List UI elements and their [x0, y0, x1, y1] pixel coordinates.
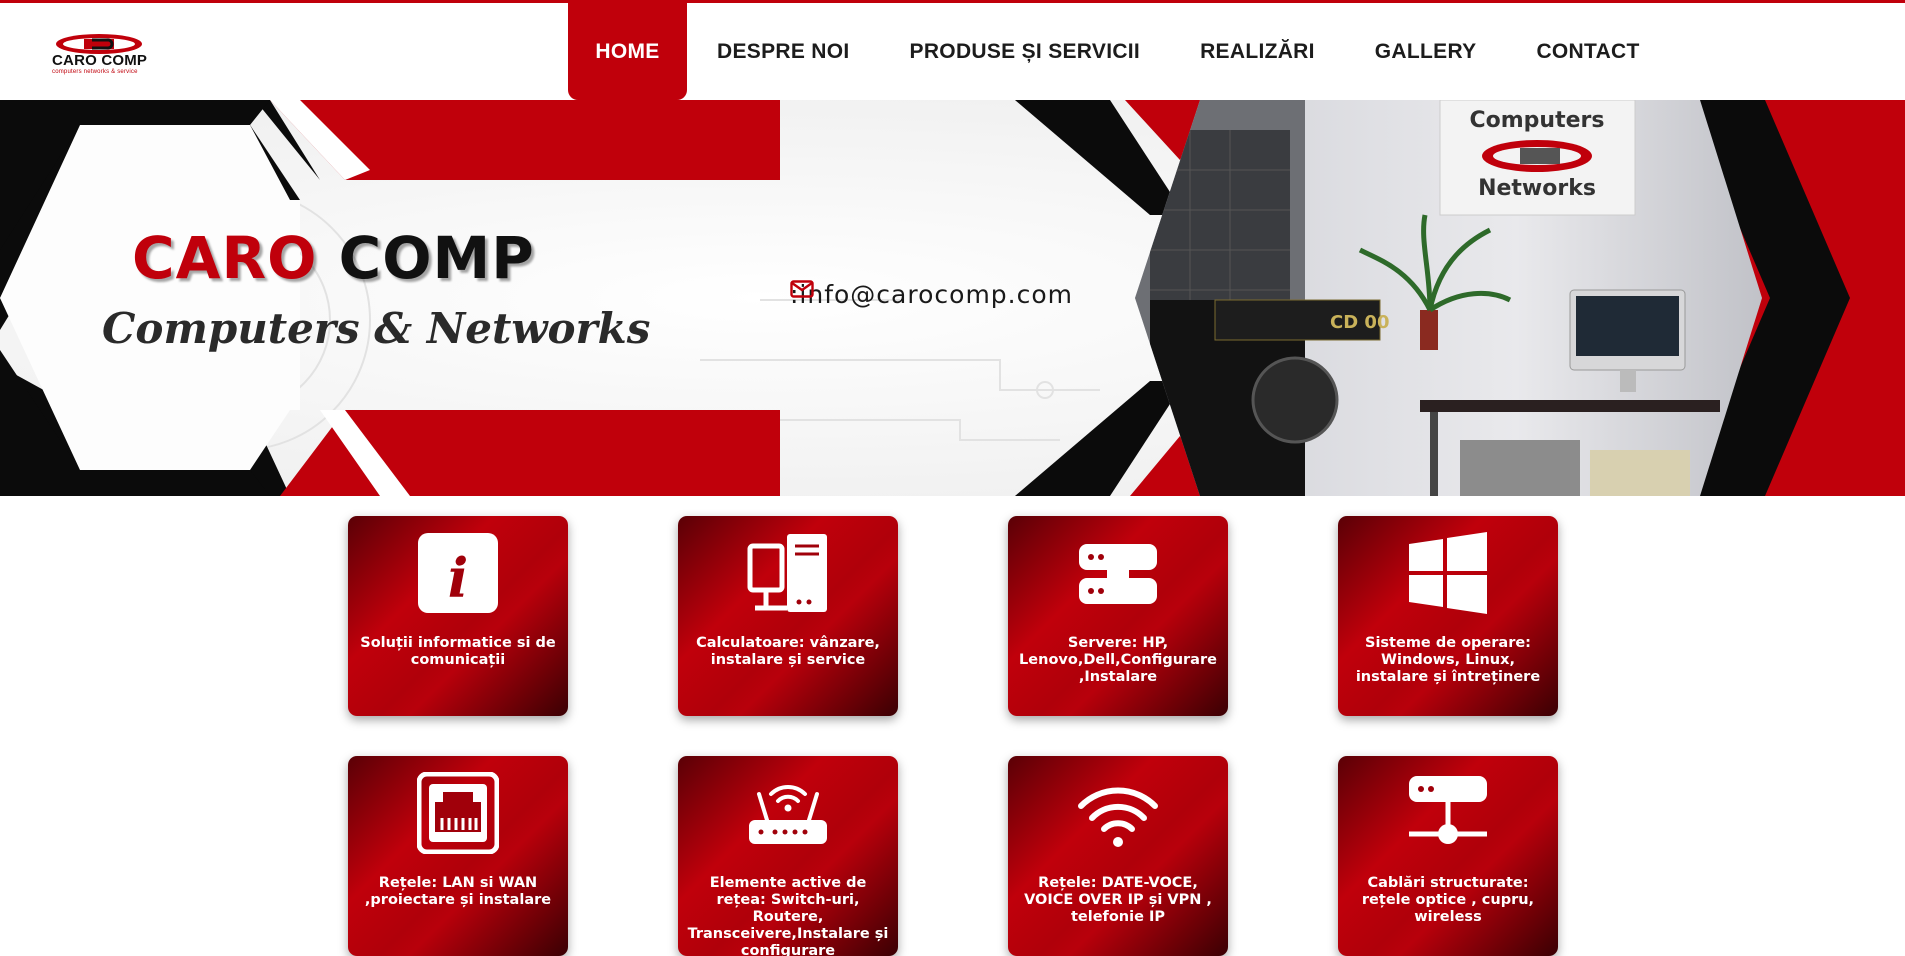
nav-home[interactable]: HOME — [568, 3, 687, 100]
svg-text:CD 00: CD 00 — [1330, 312, 1389, 333]
desktop-computer-icon — [747, 534, 827, 612]
service-label: Rețele: DATE-VOCE, VOICE OVER IP și VPN … — [1024, 875, 1212, 925]
store-photo-image: Computers Networks CD 00 — [1135, 100, 1762, 496]
logo-name: CARO COMP — [52, 52, 148, 69]
main-nav: HOME DESPRE NOI PRODUSE ȘI SERVICII REAL… — [568, 3, 1670, 100]
email-contact[interactable]: :info@carocomp.com — [790, 280, 1073, 309]
network-cabling-icon — [1409, 776, 1487, 844]
brand-title-caro: CARO — [132, 224, 318, 292]
service-label: Sisteme de operare: Windows, Linux, inst… — [1355, 635, 1541, 685]
info-icon: i — [418, 533, 498, 613]
service-card[interactable]: i Soluții informatice si de comunicații — [348, 516, 568, 716]
nav-produse-si-servicii[interactable]: PRODUSE ȘI SERVICII — [880, 3, 1171, 100]
photo-sign-line2: Networks — [1478, 176, 1596, 201]
service-label: Cablări structurate: rețele optice , cup… — [1361, 875, 1535, 925]
nav-contact[interactable]: CONTACT — [1506, 3, 1669, 100]
site-header: CARO COMP computers networks & service H… — [0, 3, 1905, 100]
service-card[interactable]: Rețele: DATE-VOCE, VOICE OVER IP și VPN … — [1008, 756, 1228, 956]
service-card[interactable]: Cablări structurate: rețele optice , cup… — [1338, 756, 1558, 956]
service-card[interactable]: Calculatoare: vânzare, instalare și serv… — [678, 516, 898, 716]
hero-banner: Computers Networks CD 00 CARO COMP Compu… — [0, 100, 1905, 496]
router-icon — [749, 784, 827, 844]
store-photo: Computers Networks CD 00 — [1130, 100, 1775, 496]
ethernet-port-icon — [417, 772, 499, 854]
logo-tagline: computers networks & service — [52, 69, 138, 75]
wifi-icon — [1078, 787, 1158, 847]
nav-gallery[interactable]: GALLERY — [1345, 3, 1507, 100]
windows-icon — [1409, 532, 1487, 614]
brand-subtitle: Computers & Networks — [102, 304, 651, 353]
brand-title-comp: COMP — [338, 224, 535, 292]
service-card[interactable]: Sisteme de operare: Windows, Linux, inst… — [1338, 516, 1558, 716]
service-label: Soluții informatice si de comunicații — [360, 635, 556, 668]
envelope-icon — [790, 280, 814, 298]
email-text[interactable]: :info@carocomp.com — [790, 280, 1073, 309]
service-label: Rețele: LAN si WAN ,proiectare și instal… — [364, 875, 552, 908]
service-label: Elemente active de rețea: Switch-uri, Ro… — [687, 875, 889, 956]
logo[interactable]: CARO COMP computers networks & service — [52, 31, 148, 77]
photo-sign-line1: Computers — [1470, 108, 1605, 133]
service-card[interactable]: Rețele: LAN si WAN ,proiectare și instal… — [348, 756, 568, 956]
nav-realizari[interactable]: REALIZĂRI — [1170, 3, 1345, 100]
brand-title: CARO COMP — [132, 224, 535, 292]
server-icon — [1079, 544, 1157, 604]
service-card[interactable]: Elemente active de rețea: Switch-uri, Ro… — [678, 756, 898, 956]
service-label: Servere: HP, Lenovo,Dell,Configurare ,In… — [1019, 635, 1217, 685]
service-card[interactable]: Servere: HP, Lenovo,Dell,Configurare ,In… — [1008, 516, 1228, 716]
nav-despre-noi[interactable]: DESPRE NOI — [687, 3, 880, 100]
service-label: Calculatoare: vânzare, instalare și serv… — [696, 635, 880, 668]
svg-text:i: i — [448, 546, 469, 610]
